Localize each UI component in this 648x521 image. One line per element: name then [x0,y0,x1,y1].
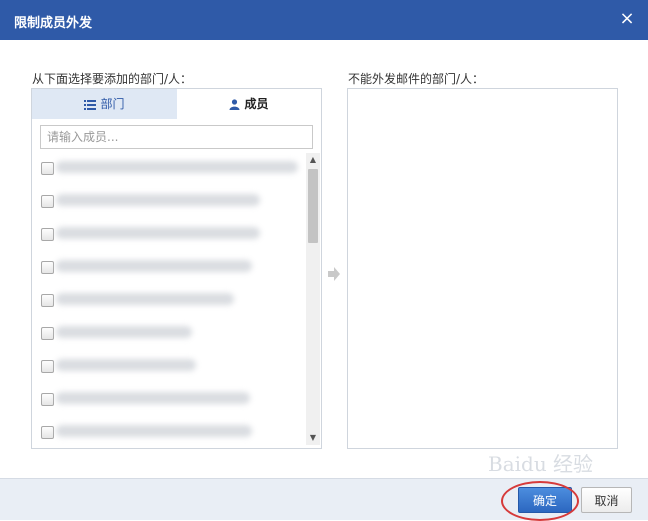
member-checkbox[interactable] [41,393,54,406]
dialog-title-bar: 限制成员外发 × [0,0,648,40]
user-icon [229,99,240,110]
close-icon[interactable]: × [618,9,636,29]
source-list-label: 从下面选择要添加的部门/人： [32,72,193,86]
tab-member[interactable]: 成员 [177,89,321,119]
dialog-title: 限制成员外发 [14,16,93,31]
member-checkbox[interactable] [41,327,54,340]
tab-bar: 部门 成员 [32,89,321,119]
cancel-button[interactable]: 取消 [581,487,632,513]
confirm-button[interactable]: 确定 [518,487,572,513]
member-checkbox[interactable] [41,261,54,274]
member-search-input[interactable] [40,125,313,149]
member-name [56,359,196,371]
member-name [56,392,250,404]
list-scrollbar[interactable]: ▲ ▼ [306,153,320,445]
member-checkbox[interactable] [41,360,54,373]
list-item[interactable] [32,417,304,447]
list-item[interactable] [32,219,304,252]
member-checkbox[interactable] [41,162,54,175]
list-item[interactable] [32,318,304,351]
member-checkbox[interactable] [41,228,54,241]
member-name [56,161,298,173]
member-name [56,293,234,305]
list-item[interactable] [32,384,304,417]
target-list-label: 不能外发邮件的部门/人： [348,72,485,86]
member-name [56,227,260,239]
member-checkbox[interactable] [41,426,54,439]
list-item[interactable] [32,153,304,186]
watermark: Baidu 经验 [488,452,594,476]
tab-member-label: 成员 [244,97,269,111]
list-icon [84,99,97,110]
tab-department-label: 部门 [100,97,125,111]
add-arrow-icon[interactable] [327,266,341,282]
scroll-down-arrow-icon[interactable]: ▼ [306,431,320,445]
list-item[interactable] [32,351,304,384]
member-name [56,326,192,338]
list-item[interactable] [32,252,304,285]
list-item[interactable] [32,285,304,318]
member-name [56,260,252,272]
source-panel: 部门 成员 请输入成员... ▲ ▼ [31,88,322,449]
member-name [56,194,260,206]
scroll-up-arrow-icon[interactable]: ▲ [306,153,320,167]
list-item[interactable] [32,186,304,219]
member-name [56,425,252,437]
tab-department[interactable]: 部门 [32,89,177,119]
member-list [32,153,304,447]
selected-panel [347,88,618,449]
member-checkbox[interactable] [41,294,54,307]
scroll-thumb[interactable] [308,169,318,243]
member-checkbox[interactable] [41,195,54,208]
